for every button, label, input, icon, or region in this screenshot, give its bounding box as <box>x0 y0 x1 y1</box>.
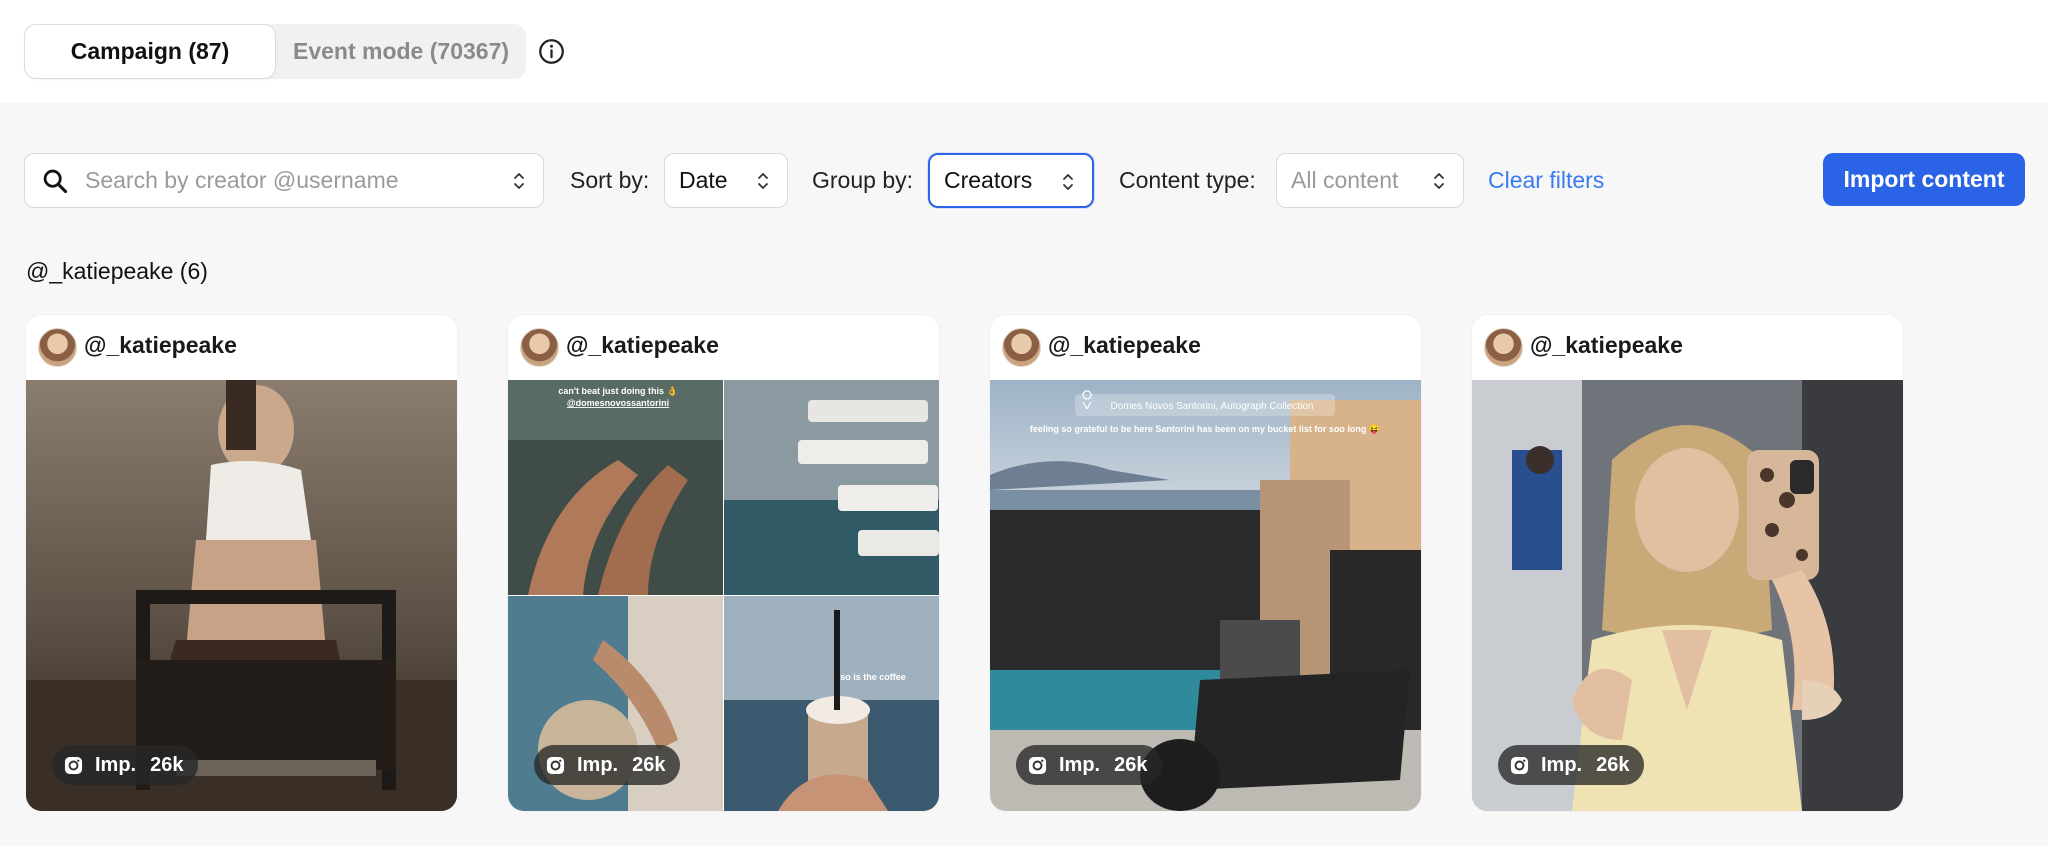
impressions-badge: Imp. 26k <box>52 745 198 785</box>
card-username: @_katiepeake <box>566 332 719 358</box>
chevron-updown-icon <box>1063 174 1073 190</box>
sort-value: Date <box>679 167 728 193</box>
group-label: Group by: <box>812 167 913 193</box>
tab-campaign[interactable]: Campaign (87) <box>24 24 276 79</box>
card-username: @_katiepeake <box>1048 332 1201 358</box>
content-thumbnail[interactable]: can't beat just doing this 👌 @domesnovos… <box>508 380 939 811</box>
avatar <box>1002 328 1041 367</box>
instagram-icon <box>546 756 565 774</box>
clear-filters-link[interactable]: Clear filters <box>1488 153 1604 208</box>
tab-event-mode[interactable]: Event mode (70367) <box>276 24 526 79</box>
instagram-icon <box>1510 756 1529 774</box>
top-bar: Campaign (87) Event mode (70367) <box>0 0 2048 103</box>
content-card[interactable]: @_katiepeake Domes Novos Santorini, Auto… <box>990 315 1421 811</box>
mode-tabs: Campaign (87) Event mode (70367) <box>24 24 526 79</box>
impressions-value: 26k <box>1596 753 1630 776</box>
import-content-button[interactable]: Import content <box>1823 153 2025 206</box>
impressions-badge: Imp. 26k <box>534 745 680 785</box>
impressions-label: Imp. <box>1059 753 1101 776</box>
info-icon[interactable] <box>538 38 565 65</box>
content-card[interactable]: @_katiepeake can't beat just doing this … <box>508 315 939 811</box>
impressions-value: 26k <box>150 753 184 776</box>
impressions-badge: Imp. 26k <box>1498 745 1644 785</box>
content-thumbnail[interactable]: Imp. 26k <box>1472 380 1903 811</box>
content-type-select[interactable]: All content <box>1276 153 1464 208</box>
location-tag: Domes Novos Santorini, Autograph Collect… <box>1111 401 1314 412</box>
chevron-updown-icon <box>514 173 524 189</box>
impressions-value: 26k <box>632 753 666 776</box>
search-icon <box>43 169 68 194</box>
sort-label: Sort by: <box>570 167 650 193</box>
content-thumbnail[interactable]: Domes Novos Santorini, Autograph Collect… <box>990 380 1421 811</box>
card-header: @_katiepeake <box>990 315 1421 380</box>
instagram-icon <box>64 756 83 774</box>
avatar <box>1484 328 1523 367</box>
content-card[interactable]: @_katiepeake Imp. 26k <box>26 315 457 811</box>
impressions-label: Imp. <box>95 753 137 776</box>
content-type-value: All content <box>1291 167 1399 193</box>
card-header: @_katiepeake <box>26 315 457 380</box>
content-type-label: Content type: <box>1119 167 1256 193</box>
group-select[interactable]: Creators <box>928 153 1094 208</box>
avatar <box>520 328 559 367</box>
impressions-label: Imp. <box>577 753 619 776</box>
sort-select[interactable]: Date <box>664 153 788 208</box>
card-username: @_katiepeake <box>84 332 237 358</box>
search-placeholder: Search by creator @username <box>85 167 399 193</box>
impressions-badge: Imp. 26k <box>1016 745 1162 785</box>
collage-caption: can't beat just doing this 👌 <box>558 386 677 396</box>
content-card[interactable]: @_katiepeake Imp. 26k <box>1472 315 1903 811</box>
impressions-label: Imp. <box>1541 753 1583 776</box>
chevron-updown-icon <box>1434 173 1444 189</box>
content-thumbnail[interactable]: Imp. 26k <box>26 380 457 811</box>
avatar <box>38 328 77 367</box>
chevron-updown-icon <box>758 173 768 189</box>
card-username: @_katiepeake <box>1530 332 1683 358</box>
card-header: @_katiepeake <box>508 315 939 380</box>
card-header: @_katiepeake <box>1472 315 1903 380</box>
impressions-value: 26k <box>1114 753 1148 776</box>
collage-coffee-caption: so is the coffee <box>840 672 906 682</box>
creator-search-input[interactable]: Search by creator @username <box>24 153 544 208</box>
instagram-icon <box>1028 756 1047 774</box>
collage-handle: @domesnovossantorini <box>567 398 669 408</box>
creator-group-title: @_katiepeake (6) <box>26 258 208 284</box>
group-value: Creators <box>944 167 1033 193</box>
story-caption: feeling so grateful to be here Santorini… <box>1030 424 1380 435</box>
